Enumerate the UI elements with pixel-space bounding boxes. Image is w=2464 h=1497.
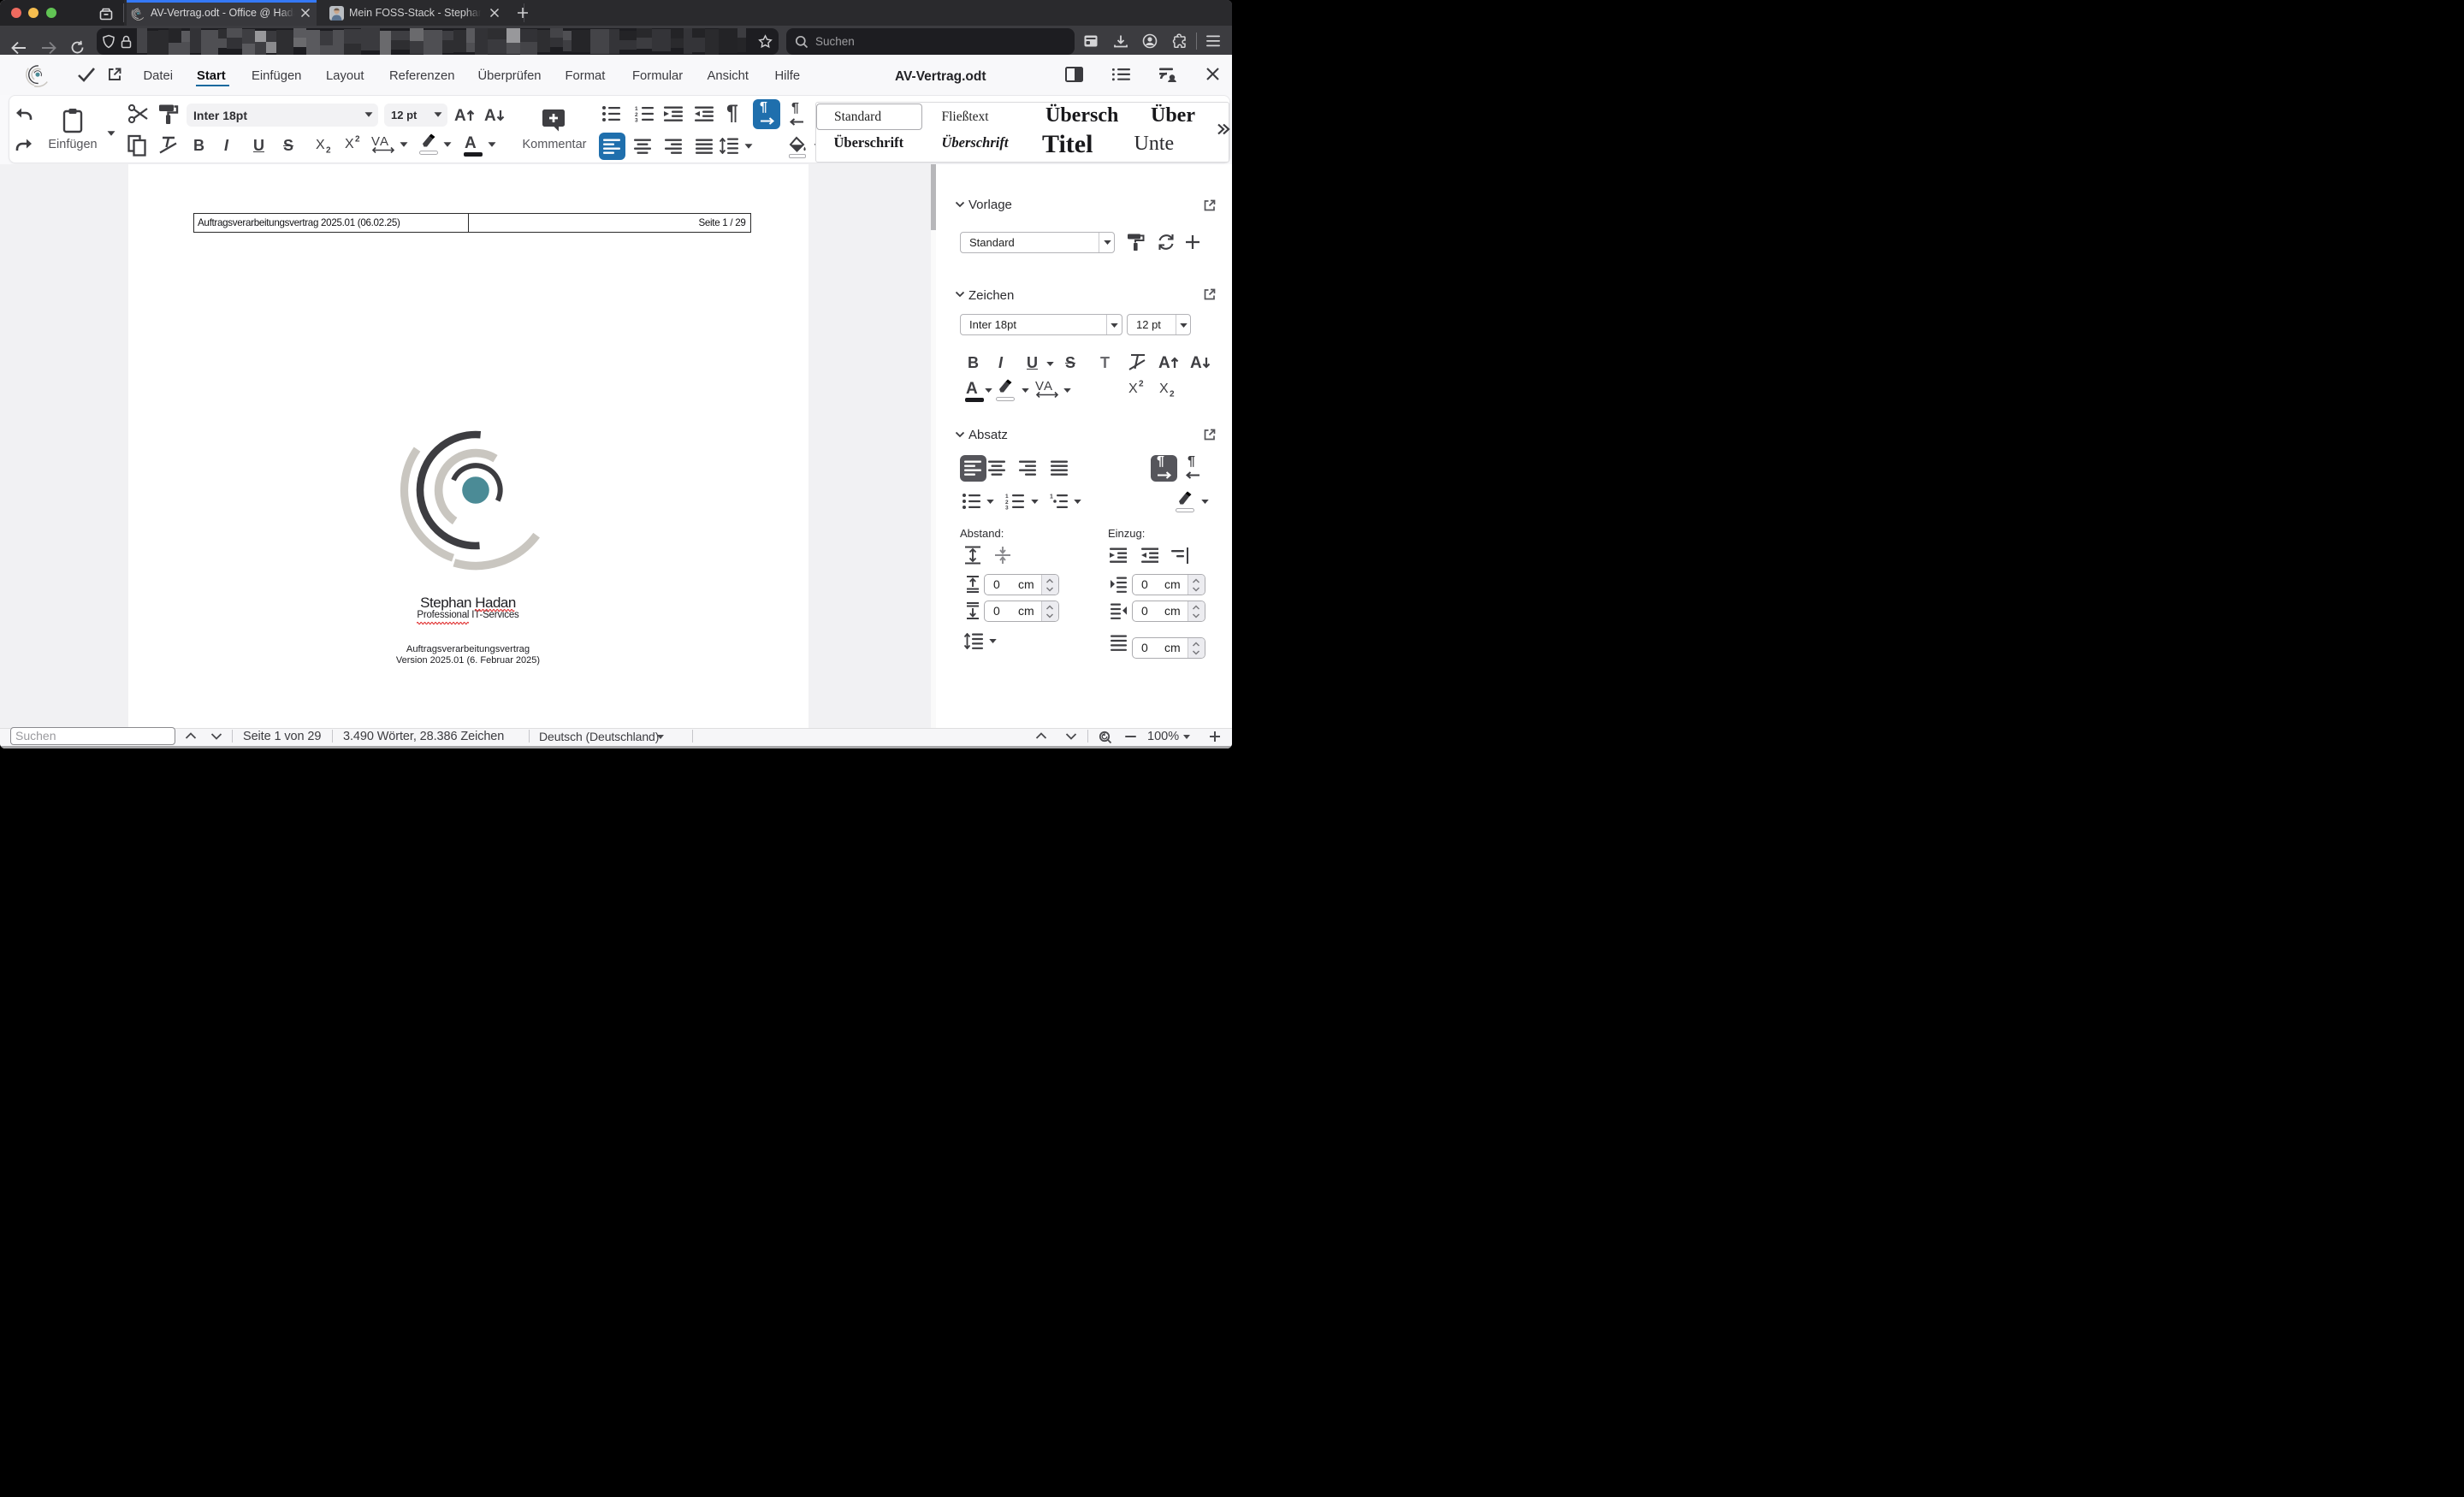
svg-text:3: 3	[635, 117, 638, 122]
svg-text:A: A	[1190, 354, 1202, 371]
svg-text:X: X	[1159, 382, 1169, 396]
svg-text:X: X	[1128, 382, 1138, 394]
svg-text:1: 1	[1005, 494, 1009, 500]
svg-text:2: 2	[1170, 390, 1175, 398]
svg-text:A: A	[380, 134, 388, 149]
svg-text:X: X	[345, 137, 354, 150]
svg-text:2: 2	[326, 146, 331, 154]
svg-text:1: 1	[1050, 494, 1053, 500]
svg-text:2: 2	[355, 135, 360, 145]
svg-text:V: V	[371, 134, 380, 149]
svg-text:3: 3	[1005, 505, 1009, 510]
svg-text:V: V	[1035, 379, 1044, 393]
svg-text:A: A	[484, 107, 496, 124]
svg-text:A: A	[1044, 379, 1052, 393]
svg-text:A: A	[1158, 354, 1170, 371]
svg-text:X: X	[316, 138, 325, 152]
svg-text:A: A	[454, 107, 466, 124]
svg-text:2: 2	[1139, 380, 1144, 389]
svg-text:1: 1	[635, 106, 638, 112]
